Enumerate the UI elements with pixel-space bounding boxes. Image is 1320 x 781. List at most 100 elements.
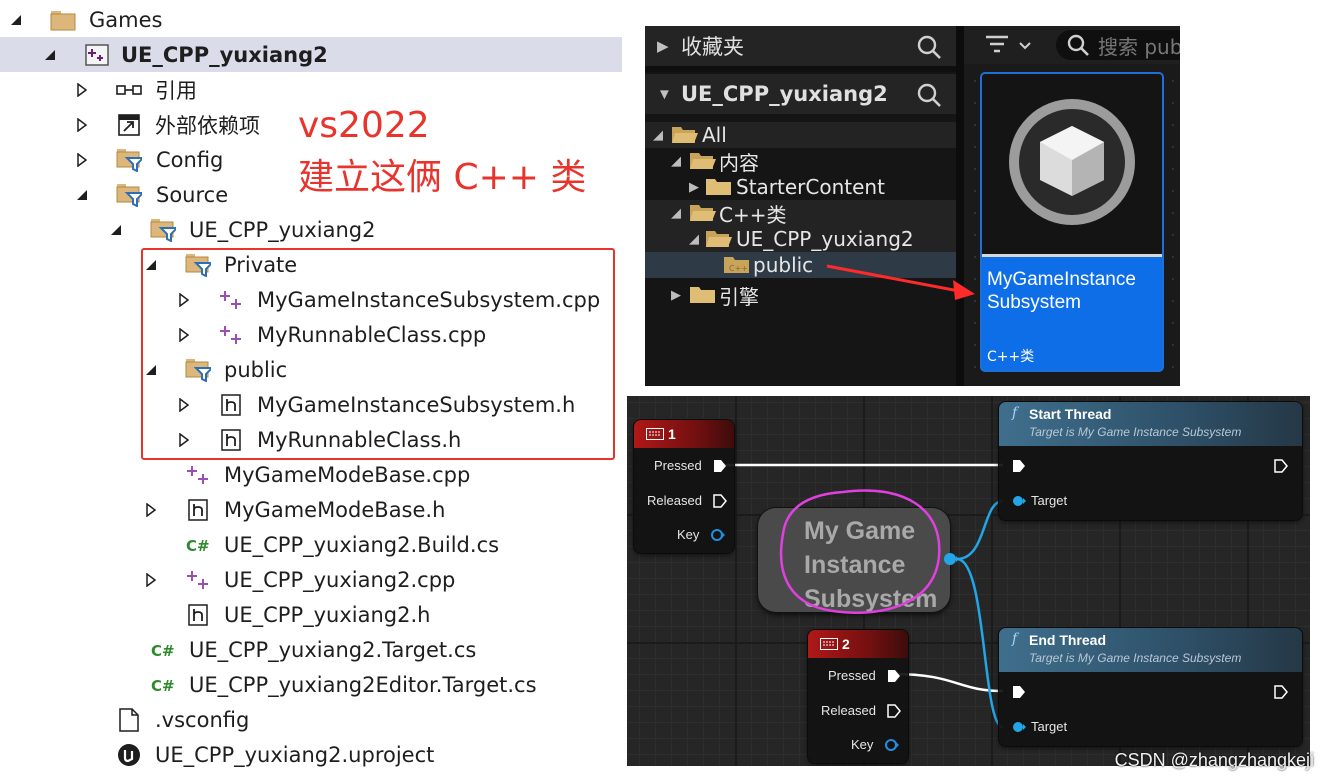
search-icon[interactable] — [916, 34, 942, 66]
pin-label: Key — [677, 527, 700, 542]
collapse-arrow-icon[interactable]: ◢ — [671, 153, 681, 169]
expand-arrow-icon[interactable]: ▶ — [671, 287, 681, 303]
folder-tree-item[interactable]: ▶ StarterContent — [645, 174, 956, 200]
key-event-node-2[interactable]: 2 Pressed Released Key — [808, 630, 908, 763]
blueprint-graph[interactable]: 1 Pressed Released Key My Game Instance … — [627, 396, 1310, 766]
folder-label: public — [753, 253, 814, 277]
node-header: f End Thread Target is My Game Instance … — [999, 628, 1302, 672]
tree-item-file[interactable]: UE_CPP_yuxiang2.uproject — [0, 737, 622, 772]
header-file-icon — [185, 498, 211, 522]
tree-item-file[interactable]: MyGameModeBase.h — [0, 492, 622, 527]
search-icon — [1066, 33, 1090, 60]
collapse-arrow-icon[interactable] — [108, 222, 124, 238]
expand-arrow-icon[interactable] — [74, 117, 90, 133]
expand-arrow-icon[interactable]: ▶ — [657, 37, 669, 55]
tree-item-file[interactable]: C# UE_CPP_yuxiang2.Target.cs — [0, 632, 622, 667]
pin-label: Key — [851, 737, 874, 752]
project-label: UE_CPP_yuxiang2 — [681, 82, 888, 106]
tree-item-file[interactable]: MyGameModeBase.cpp — [0, 457, 622, 492]
search-icon[interactable] — [916, 82, 942, 114]
cpp-file-icon — [185, 568, 211, 592]
csharp-file-icon: C# — [150, 638, 176, 662]
asset-type-label: C++类 — [987, 349, 1035, 365]
object-pin-icon[interactable] — [1011, 720, 1027, 739]
annotation-line: 建立这俩 C++ 类 — [298, 157, 587, 198]
favorites-label: 收藏夹 — [681, 35, 744, 59]
watermark: CSDN @zhangzhangkeji — [1114, 750, 1314, 770]
panel-divider[interactable] — [956, 26, 964, 386]
tree-item-file[interactable]: C# UE_CPP_yuxiang2Editor.Target.cs — [0, 667, 622, 702]
exec-pin-icon[interactable] — [713, 459, 727, 478]
exec-out-pin-icon[interactable] — [1274, 685, 1288, 704]
keyboard-icon — [820, 637, 838, 653]
exec-in-pin-icon[interactable] — [1012, 459, 1026, 478]
pin-label: Pressed — [654, 458, 702, 473]
tree-item-games[interactable]: Games — [0, 2, 622, 37]
cpp-class-cube-icon — [1009, 99, 1135, 225]
references-icon — [116, 78, 142, 102]
content-browser: ▶ 收藏夹 ▼ UE_CPP_yuxiang2 ◢ All ◢ 内容 ▶ Sta… — [645, 26, 1180, 386]
expand-arrow-icon[interactable]: ▶ — [689, 179, 699, 195]
collapse-arrow-icon[interactable] — [42, 47, 58, 63]
tree-item-source-module[interactable]: UE_CPP_yuxiang2 — [0, 212, 622, 247]
header-file-icon — [185, 603, 211, 627]
search-input[interactable]: 搜索 pub — [1056, 30, 1180, 60]
collapse-arrow-icon[interactable]: ▼ — [657, 86, 672, 103]
expand-arrow-icon[interactable] — [143, 572, 159, 588]
exec-pin-icon[interactable] — [887, 704, 901, 723]
pin-label: Released — [821, 703, 876, 718]
key-event-node-1[interactable]: 1 Pressed Released Key — [634, 420, 734, 553]
start-thread-node[interactable]: f Start Thread Target is My Game Instanc… — [999, 402, 1302, 520]
folder-label: UE_CPP_yuxiang2 — [736, 227, 914, 251]
favorites-header[interactable]: ▶ 收藏夹 — [645, 26, 956, 66]
project-header[interactable]: ▼ UE_CPP_yuxiang2 — [645, 74, 956, 114]
unreal-logo-icon — [116, 743, 142, 767]
struct-pin-icon[interactable] — [884, 738, 900, 757]
tree-item-label: UE_CPP_yuxiang2.cpp — [224, 567, 456, 592]
end-thread-node[interactable]: f End Thread Target is My Game Instance … — [999, 628, 1302, 746]
folder-tree-item[interactable]: ◢ C++类 — [645, 200, 956, 227]
object-pin-icon[interactable] — [1011, 494, 1027, 513]
tree-item-file[interactable]: UE_CPP_yuxiang2.cpp — [0, 562, 622, 597]
expand-arrow-icon[interactable] — [143, 502, 159, 518]
node-header: 2 — [808, 630, 908, 658]
asset-toolbar: 搜索 pub — [964, 26, 1180, 64]
pin-label: Released — [647, 493, 702, 508]
folder-tree-item[interactable]: ◢ UE_CPP_yuxiang2 — [645, 226, 956, 252]
function-icon: f — [1012, 631, 1018, 647]
exec-out-pin-icon[interactable] — [1274, 459, 1288, 478]
open-folder-icon — [689, 203, 717, 223]
collapse-arrow-icon[interactable]: ◢ — [671, 205, 681, 221]
sources-panel: ▶ 收藏夹 ▼ UE_CPP_yuxiang2 ◢ All ◢ 内容 ▶ Sta… — [645, 26, 956, 386]
expand-arrow-icon[interactable] — [74, 82, 90, 98]
folder-tree-item[interactable]: ◢ 内容 — [645, 148, 956, 175]
cpp-file-icon — [185, 463, 211, 487]
solution-explorer: Games UE_CPP_yuxiang2 引用 外部依赖项 Config So… — [0, 0, 630, 781]
chevron-down-icon[interactable] — [1018, 38, 1032, 56]
collapse-arrow-icon[interactable]: ◢ — [689, 231, 699, 247]
annotation-arrow-icon — [826, 264, 975, 300]
folder-tree-item[interactable]: ◢ All — [645, 122, 956, 148]
folder-icon — [50, 8, 76, 32]
exec-in-pin-icon[interactable] — [1012, 685, 1026, 704]
asset-tile-mygameinstancesubsystem[interactable]: MyGameInstance Subsystem C++类 — [980, 72, 1164, 372]
struct-pin-icon[interactable] — [710, 528, 726, 547]
search-placeholder: 搜索 pub — [1098, 34, 1180, 59]
collapse-arrow-icon[interactable]: ◢ — [653, 127, 663, 143]
expand-arrow-icon[interactable] — [74, 152, 90, 168]
tree-item-label: MyGameModeBase.h — [224, 497, 446, 522]
tree-item-file[interactable]: C# UE_CPP_yuxiang2.Build.cs — [0, 527, 622, 562]
filter-folder-icon — [116, 183, 142, 207]
exec-pin-icon[interactable] — [887, 669, 901, 688]
exec-pin-icon[interactable] — [713, 494, 727, 513]
tree-item-file[interactable]: .vsconfig — [0, 702, 622, 737]
tree-item-file[interactable]: UE_CPP_yuxiang2.h — [0, 597, 622, 632]
annotation-highlight-box — [141, 248, 615, 460]
open-folder-icon — [671, 125, 699, 145]
folder-icon — [705, 177, 733, 197]
collapse-arrow-icon[interactable] — [8, 12, 24, 28]
tree-item-project[interactable]: UE_CPP_yuxiang2 — [0, 37, 622, 72]
cpp-project-icon — [84, 43, 110, 67]
filter-icon[interactable] — [984, 34, 1012, 61]
collapse-arrow-icon[interactable] — [74, 187, 90, 203]
